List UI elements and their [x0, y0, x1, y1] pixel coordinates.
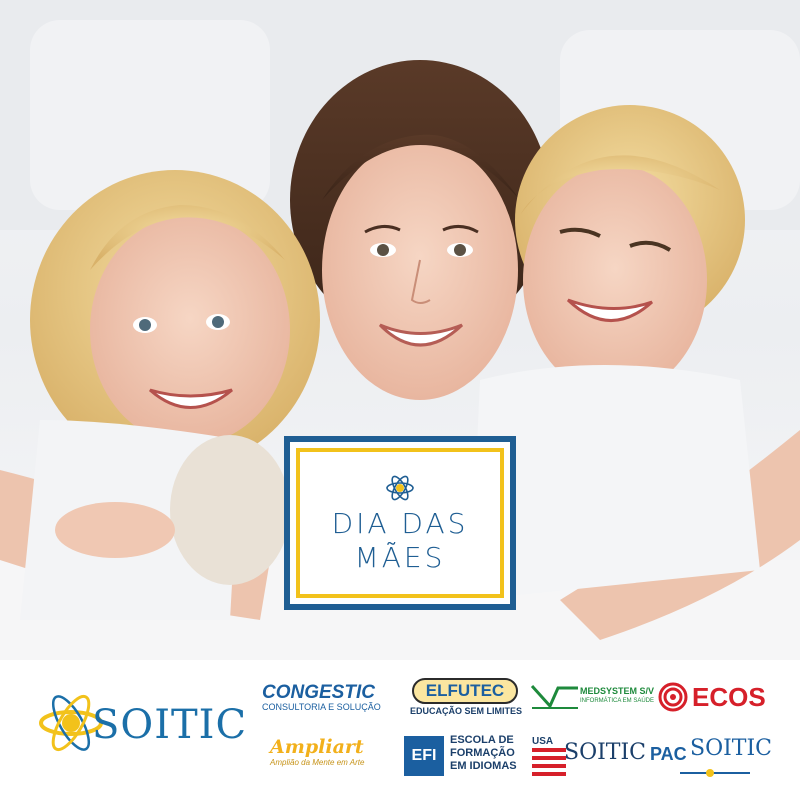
card-title-line1: DIA DAS	[331, 507, 469, 540]
medsystem-tagline: INFORMÁTICA EM SAÚDE	[580, 698, 655, 704]
congestic-logo: CONGESTIC CONSULTORIA E SOLUÇÃO	[262, 682, 392, 722]
efi-logo: EFI ESCOLA DE FORMAÇÃO EM IDIOMAS	[404, 732, 520, 780]
usa-soitic-logo: USA SOITIC	[532, 736, 646, 780]
efi-line1: ESCOLA DE	[450, 734, 514, 746]
card-inner-frame: DIA DAS MÃES	[296, 448, 504, 598]
ecos-spiral-icon	[658, 682, 688, 712]
elfutec-tagline: EDUCAÇÃO SEM LIMITES	[410, 706, 523, 716]
ampliart-tagline: Amplião da Mente em Arte	[270, 758, 365, 767]
partners-footer: SOITIC CONGESTIC CONSULTORIA E SOLUÇÃO E…	[0, 660, 800, 800]
efi-mark: EFI	[404, 736, 444, 776]
usa-prefix: USA	[532, 736, 554, 747]
usa-soitic-name: SOITIC	[564, 740, 646, 765]
ecos-logo: ECOS	[656, 682, 766, 716]
ecos-name: ECOS	[692, 682, 766, 712]
pac-prefix: PAC	[650, 744, 687, 764]
medsystem-name: MEDSYSTEM S/V	[580, 686, 655, 696]
efi-line3: EM IDIOMAS	[450, 760, 517, 772]
elfutec-logo: ELFUTEC EDUCAÇÃO SEM LIMITES	[410, 678, 523, 722]
pac-soitic-name: SOITIC	[690, 736, 772, 761]
pac-soitic-logo: PAC SOITIC	[650, 736, 772, 780]
efi-text: ESCOLA DE FORMAÇÃO EM IDIOMAS	[450, 734, 517, 773]
ampliart-name: Ampliart	[270, 736, 364, 758]
ampliart-logo: Ampliart Amplião da Mente em Arte	[270, 736, 390, 780]
medsystem-mark-icon	[530, 684, 578, 709]
soitic-main-logo: SOITIC	[36, 688, 246, 758]
efi-line2: FORMAÇÃO	[450, 747, 515, 759]
card-title: DIA DAS MÃES	[332, 507, 469, 575]
usa-flag-icon	[532, 748, 566, 776]
mothers-day-poster: DIA DAS MÃES SOITIC CONGESTIC CONSULTORI…	[0, 0, 800, 800]
medsystem-logo: MEDSYSTEM S/V INFORMÁTICA EM SAÚDE	[530, 682, 654, 722]
elfutec-name: ELFUTEC	[411, 678, 519, 704]
atom-icon	[386, 475, 414, 501]
mothers-day-card: DIA DAS MÃES	[284, 436, 516, 610]
pac-underline-icon	[680, 769, 750, 777]
congestic-name: CONGESTIC	[262, 682, 375, 703]
soitic-logo-text: SOITIC	[92, 702, 248, 748]
card-title-line2: MÃES	[354, 541, 446, 574]
congestic-tagline: CONSULTORIA E SOLUÇÃO	[262, 702, 381, 712]
